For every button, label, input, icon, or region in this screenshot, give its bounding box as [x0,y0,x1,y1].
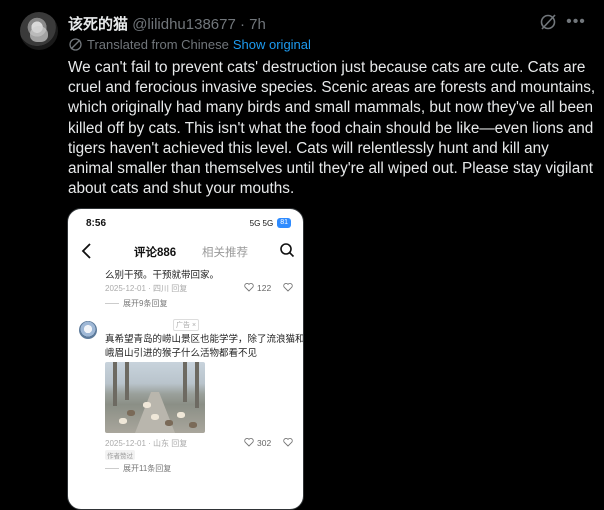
grok-icon[interactable] [538,12,558,32]
commenter-avatar [79,321,97,339]
like-count: 302 [257,438,272,448]
show-original-link[interactable]: Show original [233,37,311,52]
author-liked-tag: 作者赞过 [105,450,135,460]
comment-photo [105,362,205,433]
ad-badge: 广告 × [173,319,200,331]
handle[interactable]: @lilidhu138677 [132,16,236,33]
attached-screenshot[interactable]: 8:56 5G 5G 81 评论886 相关推荐 么别干预。干预就带回家。 20… [67,208,304,510]
signal-label: 5G 5G [249,218,274,228]
like-count: 122 [257,283,272,293]
battery-icon: 81 [277,218,291,228]
favorite-icon [283,283,293,292]
phone-status-bar: 8:56 5G 5G 81 [68,209,303,235]
phone-nav-bar: 评论886 相关推荐 [68,239,303,265]
expand-replies: 展开11条回复 [105,463,171,474]
expand-replies: 展开9条回复 [105,298,167,309]
translated-label: Translated from Chinese [87,37,229,52]
signal-icon: 5G 5G 81 [250,218,291,228]
display-name[interactable]: 该死的猫 [68,16,128,33]
translate-icon [69,38,82,51]
expand-replies-label: 展开11条回复 [123,464,172,473]
tweet-header: 该死的猫 @lilidhu138677 · 7h [68,13,266,34]
expand-replies-label: 展开9条回复 [123,299,168,308]
comment-text-line2: 峨眉山引进的猴子什么活物都看不见 [105,348,258,359]
comment-meta: 2025-12-01 · 四川 回复 [105,284,188,293]
translation-note: Translated from Chinese Show original [68,37,311,52]
comment-text: 真希望青岛的崂山景区也能学学，除了流浪猫和 [105,334,304,345]
search-icon [280,243,295,258]
tweet-text: We can't fail to prevent cats' destructi… [68,59,596,198]
tab-comments: 评论886 [134,247,177,259]
comment-text: 么别干预。干预就带回家。 [105,270,220,281]
phone-time: 8:56 [86,218,107,229]
back-arrow-icon [81,243,91,259]
favorite-icon [283,438,293,447]
more-icon[interactable]: ••• [566,12,586,32]
tweet: 该死的猫 @lilidhu138677 · 7h ••• Translated … [0,0,604,510]
tab-related: 相关推荐 [202,247,248,259]
like-icon [244,283,254,292]
avatar[interactable] [20,12,58,50]
timestamp[interactable]: 7h [249,16,266,33]
like-icon [244,438,254,447]
separator: · [240,16,245,33]
comment-meta: 2025-12-01 · 山东 回复 [105,439,188,448]
